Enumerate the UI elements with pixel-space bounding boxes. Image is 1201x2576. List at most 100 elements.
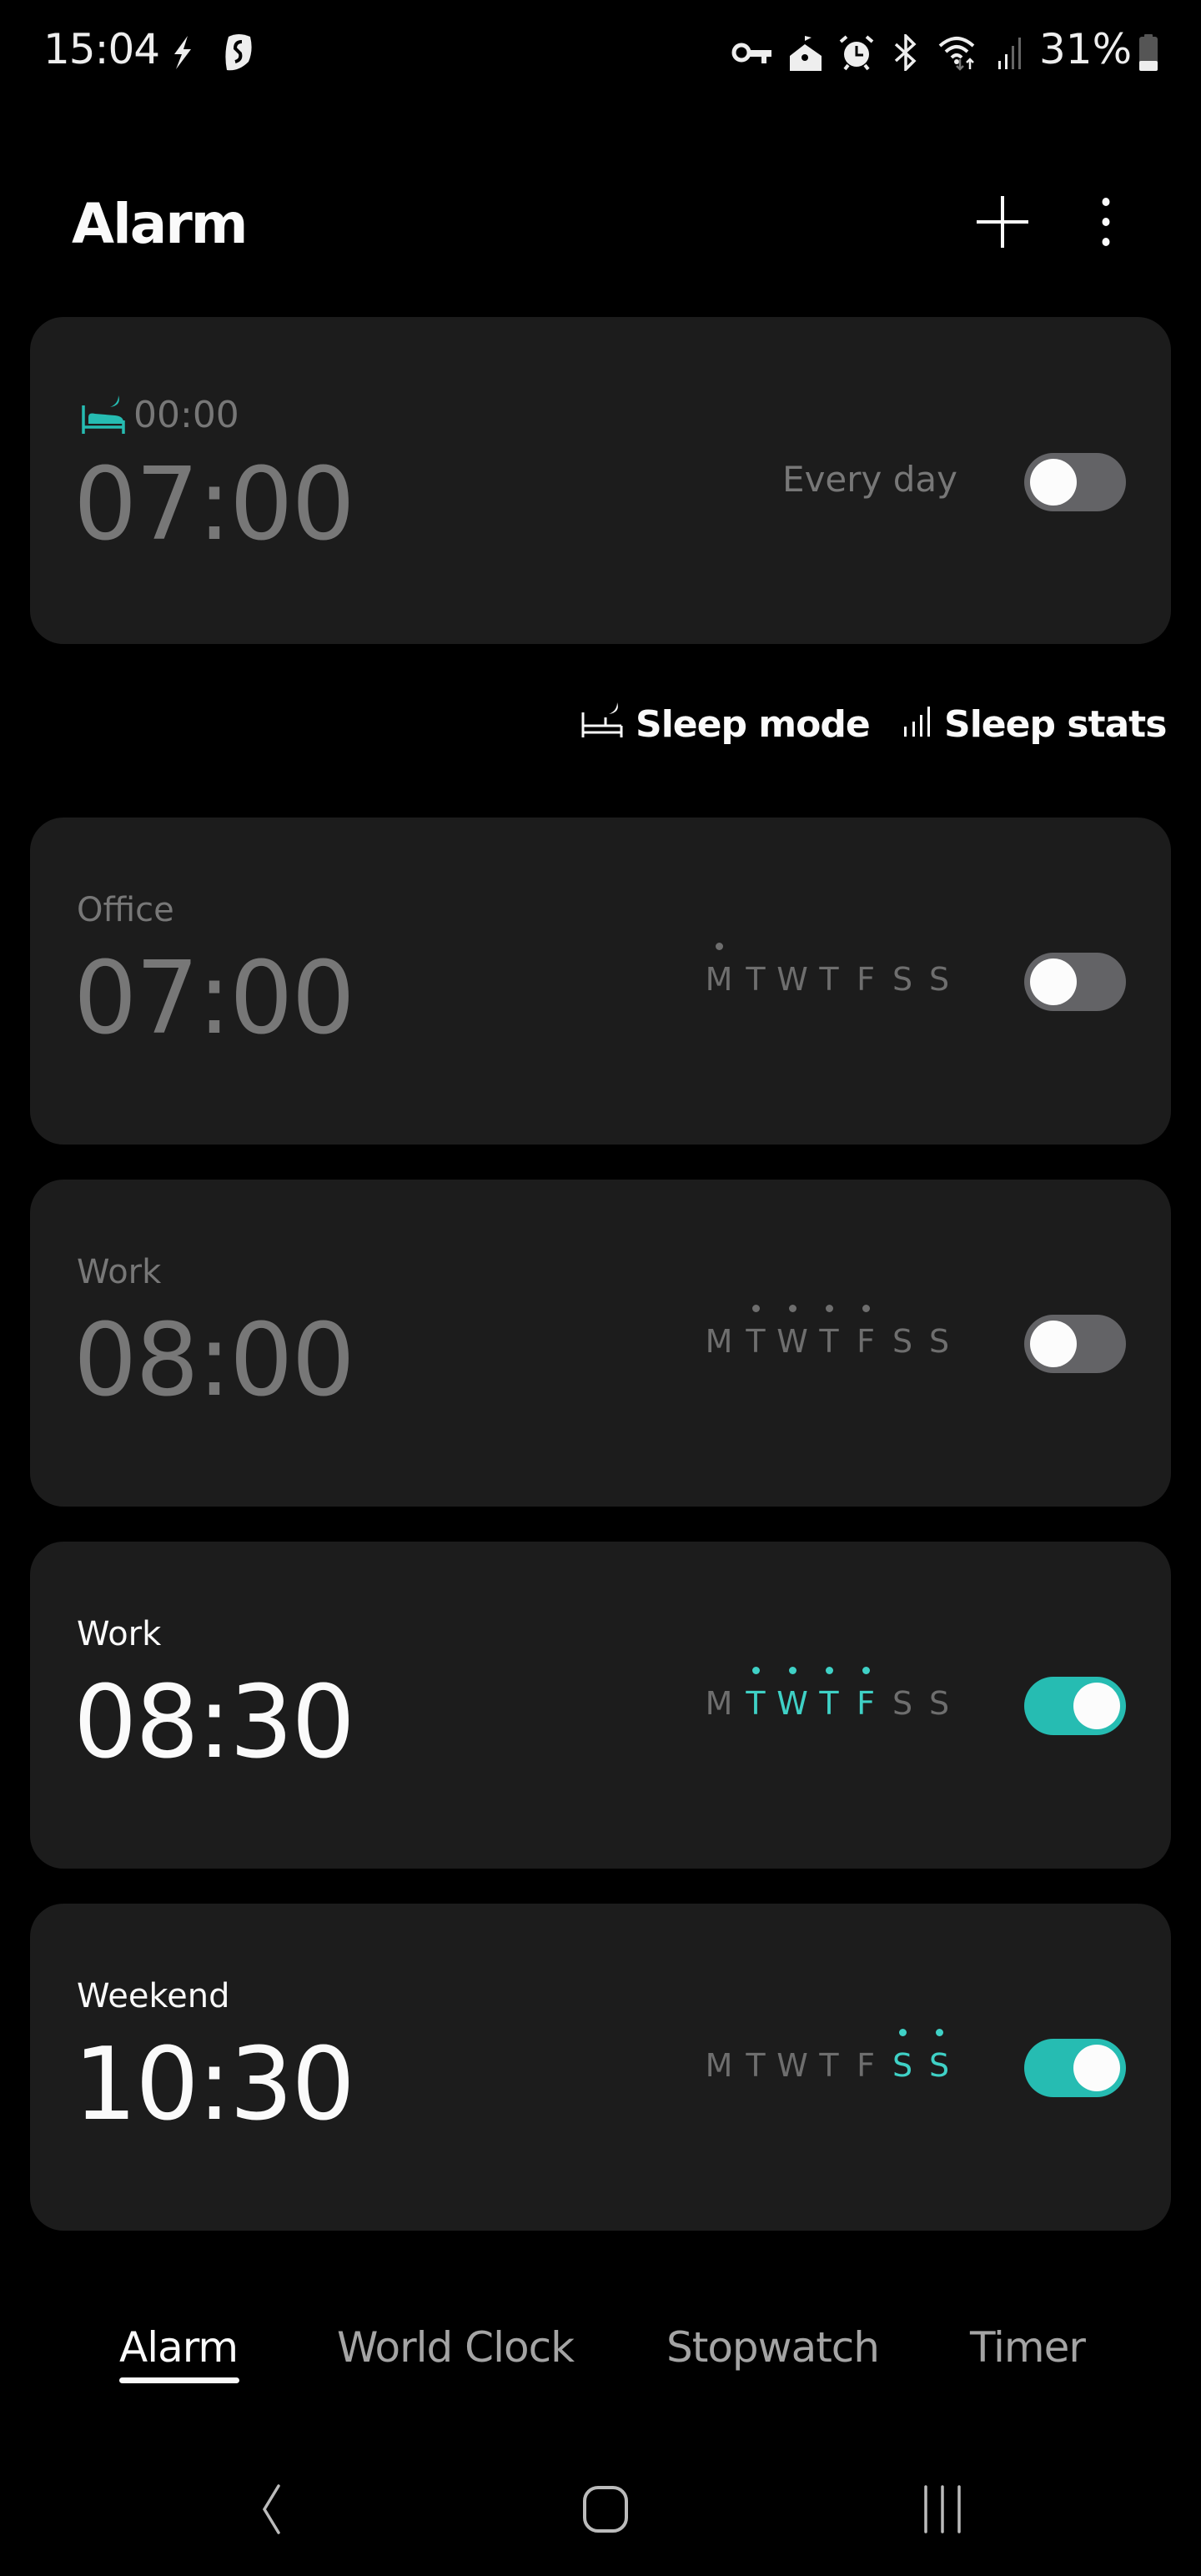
alarm-card[interactable]: Weekend 10:30 M T W T F S S: [30, 1904, 1171, 2231]
weekday-letter: S: [928, 1323, 950, 1360]
repeat-days: MTWTFSS: [701, 2029, 957, 2084]
weekday-letter: S: [892, 961, 913, 998]
selected-day-dot: [826, 943, 833, 950]
tab-stopwatch[interactable]: Stopwatch: [666, 2323, 880, 2372]
weekday-0: M: [701, 943, 737, 998]
alarm-time: 07:00: [73, 941, 355, 1057]
weekday-letter: F: [857, 961, 875, 998]
weekday-0: M: [701, 1685, 737, 1722]
weekday-letter: S: [892, 1685, 913, 1722]
wifi-icon: [937, 32, 984, 73]
alarm-time: 08:30: [73, 1665, 355, 1781]
alarm-icon: [837, 32, 876, 73]
selected-day-dot: [752, 943, 760, 950]
weekday-3: T: [811, 1667, 847, 1722]
selected-day-dot: [752, 1667, 760, 1674]
selected-day-dot: [936, 1305, 943, 1312]
bedtime-value: 00:00: [133, 394, 239, 436]
battery-percent: 31%: [1039, 25, 1133, 73]
recents-button[interactable]: [892, 2478, 992, 2544]
alarm-label: Work: [77, 1253, 162, 1291]
tab-world-clock[interactable]: World Clock: [337, 2323, 575, 2372]
weekday-5: S: [884, 1323, 921, 1360]
weekday-6: S: [921, 1685, 957, 1722]
weekday-3: T: [811, 1305, 847, 1360]
selected-day-dot: [899, 2029, 907, 2036]
weekday-letter: M: [705, 961, 733, 998]
surfshark-vpn-icon: [222, 32, 255, 73]
selected-day-dot: [936, 1667, 943, 1674]
more-options-button[interactable]: [1073, 190, 1139, 257]
weekday-letter: T: [819, 961, 839, 998]
weekday-letter: F: [857, 2047, 875, 2084]
weekday-2: W: [774, 1305, 811, 1360]
weekday-4: F: [847, 2047, 884, 2084]
weekday-letter: S: [892, 1323, 913, 1360]
weekday-letter: W: [776, 2047, 808, 2084]
selected-day-dot: [936, 943, 943, 950]
weekday-6: S: [921, 961, 957, 998]
weekday-letter: S: [928, 2047, 950, 2084]
alarm-toggle[interactable]: [1024, 953, 1126, 1011]
selected-day-dot: [899, 1305, 907, 1312]
selected-day-dot: [899, 1667, 907, 1674]
sleep-mode-button[interactable]: Sleep mode: [580, 699, 871, 749]
weekday-2: W: [774, 961, 811, 998]
selected-day-dot: [789, 1305, 796, 1312]
repeat-days: MTWTFSS: [701, 943, 957, 998]
bed-moon-icon: [580, 701, 624, 748]
bed-icon: [82, 394, 125, 438]
weekday-0: M: [701, 1323, 737, 1360]
selected-day-dot: [862, 1667, 870, 1674]
toggle-knob: [1030, 459, 1077, 506]
alarm-time: 08:00: [73, 1303, 355, 1419]
weekday-letter: T: [819, 2047, 839, 2084]
weekday-letter: W: [776, 961, 808, 998]
weekday-letter: F: [857, 1323, 875, 1360]
weekday-3: T: [811, 2047, 847, 2084]
weekday-4: F: [847, 1667, 884, 1722]
home-button[interactable]: [555, 2478, 656, 2544]
selected-day-dot: [826, 2029, 833, 2036]
bluetooth-icon: [889, 32, 922, 73]
repeat-days: MTWTFSS: [701, 1667, 957, 1722]
tab-alarm[interactable]: Alarm: [119, 2323, 239, 2372]
weekday-5: S: [884, 1685, 921, 1722]
bedtime-alarm-card[interactable]: 00:00 07:00 Every day: [30, 317, 1171, 644]
selected-day-dot: [752, 2029, 760, 2036]
weekday-letter: M: [705, 1323, 733, 1360]
weekday-letter: T: [746, 1685, 766, 1722]
weekday-letter: T: [819, 1685, 839, 1722]
weekday-6: S: [921, 1323, 957, 1360]
status-time: 15:04: [43, 25, 160, 73]
alarm-toggle[interactable]: [1024, 2039, 1126, 2097]
weekday-letter: S: [928, 961, 950, 998]
weekday-letter: W: [776, 1323, 808, 1360]
selected-day-dot: [752, 1305, 760, 1312]
alarm-card[interactable]: Work 08:00 M T W T F S S: [30, 1180, 1171, 1507]
weekday-letter: F: [857, 1685, 875, 1722]
tab-timer[interactable]: Timer: [970, 2323, 1086, 2372]
back-button[interactable]: [222, 2478, 322, 2544]
weekday-1: T: [737, 961, 774, 998]
alarm-card[interactable]: Work 08:30 M T W T F S S: [30, 1542, 1171, 1869]
wake-time: 07:00: [73, 447, 355, 563]
weekday-4: F: [847, 961, 884, 998]
weekday-2: W: [774, 1667, 811, 1722]
sleep-stats-button[interactable]: Sleep stats: [902, 699, 1167, 749]
sleep-stats-label: Sleep stats: [944, 702, 1167, 746]
bar-chart-icon: [902, 703, 932, 746]
alarm-toggle[interactable]: [1024, 1677, 1126, 1735]
alarm-toggle[interactable]: [1024, 1315, 1126, 1373]
vpn-key-icon: [731, 32, 774, 73]
plus-icon: [975, 194, 1030, 254]
selected-day-dot: [862, 943, 870, 950]
recents-icon: [922, 2484, 962, 2538]
bedtime-toggle[interactable]: [1024, 453, 1126, 511]
alarm-card[interactable]: Office 07:00 M T W T F S S: [30, 818, 1171, 1145]
alarm-time: 10:30: [73, 2027, 355, 2143]
repeat-text: Every day: [782, 459, 957, 500]
alarm-label: Weekend: [77, 1977, 230, 2015]
weekday-letter: S: [928, 1685, 950, 1722]
add-alarm-button[interactable]: [969, 190, 1036, 257]
